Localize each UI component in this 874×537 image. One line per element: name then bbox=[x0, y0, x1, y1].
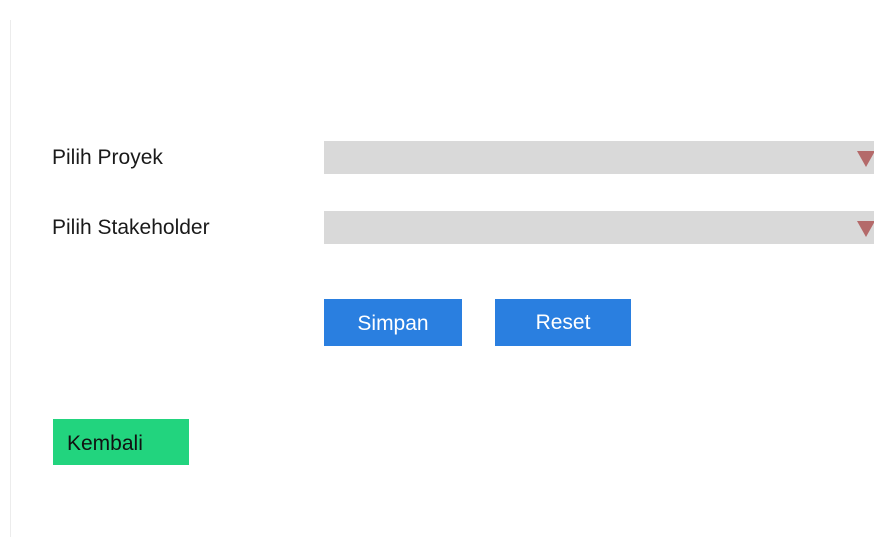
stakeholder-select[interactable] bbox=[324, 211, 874, 244]
project-label: Pilih Proyek bbox=[52, 146, 163, 169]
page: Pilih Proyek Pilih Stakeholder Simpan Re… bbox=[0, 0, 874, 537]
back-button[interactable]: Kembali bbox=[53, 419, 189, 465]
save-button[interactable]: Simpan bbox=[324, 299, 462, 346]
reset-button[interactable]: Reset bbox=[495, 299, 631, 346]
chevron-down-icon bbox=[857, 221, 874, 237]
chevron-down-icon bbox=[857, 151, 874, 167]
stakeholder-label: Pilih Stakeholder bbox=[52, 216, 210, 239]
project-select[interactable] bbox=[324, 141, 874, 174]
left-divider bbox=[10, 20, 11, 537]
